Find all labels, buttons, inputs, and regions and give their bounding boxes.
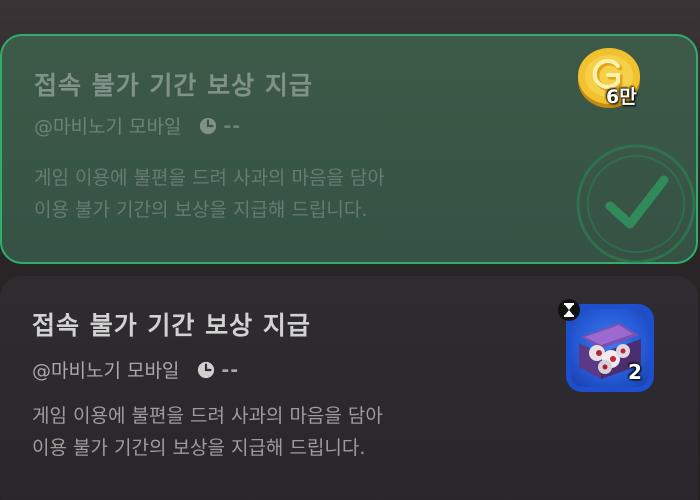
mail-description-line: 이용 불가 기간의 보상을 지급해 드립니다. xyxy=(34,199,368,221)
mail-description: 게임 이용에 불편을 드려 사과의 마음을 담아 이용 불가 기간의 보상을 지… xyxy=(32,400,383,464)
mail-list: 접속 불가 기간 보상 지급 @마비노기 모바일 -- 게임 이용에 불편을 드… xyxy=(0,0,700,500)
mail-title: 접속 불가 기간 보상 지급 xyxy=(32,311,311,340)
mail-sender: @마비노기 모바일 xyxy=(32,360,180,382)
reward-count: 2 xyxy=(628,360,642,384)
mail-title: 접속 불가 기간 보상 지급 xyxy=(34,71,313,100)
mail-meta: @마비노기 모바일 -- xyxy=(34,112,241,139)
mail-sender: @마비노기 모바일 xyxy=(34,116,182,138)
mail-description: 게임 이용에 불편을 드려 사과의 마음을 담아 이용 불가 기간의 보상을 지… xyxy=(34,162,385,226)
mail-time: -- xyxy=(221,358,240,381)
clock-icon xyxy=(200,117,217,134)
clock-icon xyxy=(198,361,215,378)
claimed-check-icon xyxy=(576,144,696,264)
mail-description-line: 이용 불가 기간의 보상을 지급해 드립니다. xyxy=(32,437,366,459)
mail-time: -- xyxy=(223,114,242,137)
mail-description-line: 게임 이용에 불편을 드려 사과의 마음을 담아 xyxy=(34,167,385,189)
mail-description-line: 게임 이용에 불편을 드려 사과의 마음을 담아 xyxy=(32,405,383,427)
mail-meta: @마비노기 모바일 -- xyxy=(32,356,239,383)
hourglass-icon xyxy=(558,299,580,321)
reward-count: 6만 xyxy=(606,86,637,108)
